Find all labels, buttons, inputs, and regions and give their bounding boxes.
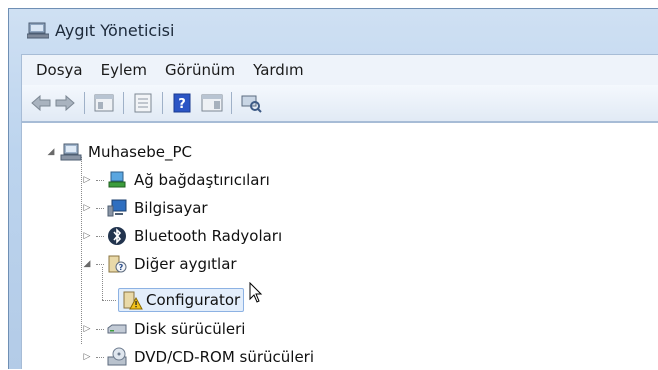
tree-item-network-adapters[interactable]: ▷ Ağ bağdaştırıcıları	[82, 167, 270, 193]
warning-device-icon	[121, 290, 143, 310]
tree-connector	[96, 263, 104, 265]
tree-item-label: Configurator	[146, 291, 241, 309]
svg-text:?: ?	[178, 97, 186, 112]
tree-item-label: Disk sürücüleri	[134, 320, 246, 338]
tree-item-other-devices[interactable]: ◢ ? Diğer aygıtlar	[82, 251, 237, 277]
tree-item-label: Ağ bağdaştırıcıları	[134, 171, 270, 189]
mouse-cursor	[249, 282, 263, 303]
tree-item-bluetooth[interactable]: ▷ Bluetooth Radyoları	[82, 223, 282, 249]
computer-icon	[106, 198, 128, 218]
collapse-icon[interactable]: ◢	[46, 147, 56, 157]
tree-connector	[96, 179, 104, 181]
expand-icon[interactable]: ▷	[82, 175, 92, 185]
unknown-device-icon: ?	[106, 254, 128, 274]
expand-icon[interactable]: ▷	[82, 352, 92, 362]
tree-item-label: Diğer aygıtlar	[134, 255, 237, 273]
svg-text:?: ?	[119, 263, 124, 272]
network-adapter-icon	[106, 170, 128, 190]
toolbar-separator	[162, 92, 163, 114]
tree-item-label: DVD/CD-ROM sürücüleri	[134, 348, 315, 366]
action-pane-icon[interactable]	[201, 92, 223, 114]
title-bar[interactable]: Aygıt Yöneticisi	[9, 9, 658, 51]
help-icon[interactable]: ?	[171, 92, 193, 114]
selected-item-highlight[interactable]: Configurator	[118, 288, 245, 312]
scan-hardware-icon[interactable]	[240, 92, 262, 114]
tree-item-root[interactable]: ◢ Muhasebe_PC	[46, 139, 192, 165]
tree-item-dvd-drives[interactable]: ▷ DVD/CD-ROM sürücüleri	[82, 344, 314, 370]
menu-bar: Dosya Eylem Görünüm Yardım	[21, 54, 658, 86]
bluetooth-icon	[106, 226, 128, 246]
disk-drive-icon	[106, 319, 128, 339]
window-title: Aygıt Yöneticisi	[55, 20, 175, 40]
menu-view[interactable]: Görünüm	[165, 61, 235, 79]
tree-item-label: Bilgisayar	[134, 199, 208, 217]
expand-icon[interactable]: ▷	[82, 231, 92, 241]
tree-connector	[96, 356, 104, 358]
toolbar-separator	[231, 92, 232, 114]
tree-connector	[102, 300, 116, 301]
toolbar-separator	[84, 92, 85, 114]
menu-help[interactable]: Yardım	[253, 61, 304, 79]
device-manager-window: Aygıt Yöneticisi Dosya Eylem Görünüm Yar…	[8, 8, 658, 369]
properties-icon[interactable]	[132, 92, 154, 114]
menu-file[interactable]: Dosya	[36, 61, 83, 79]
tree-connector	[96, 235, 104, 237]
device-manager-icon	[27, 22, 49, 39]
tree-item-configurator[interactable]: Configurator	[118, 287, 245, 313]
expand-icon[interactable]: ▷	[82, 324, 92, 334]
expand-icon[interactable]: ▷	[82, 203, 92, 213]
back-icon[interactable]	[30, 92, 52, 114]
toolbar-separator	[123, 92, 124, 114]
tree-connector	[96, 328, 104, 330]
device-tree: ◢ Muhasebe_PC ▷ Ağ bağdaştırıcıları ▷ Bi…	[21, 122, 658, 369]
tree-item-computer[interactable]: ▷ Bilgisayar	[82, 195, 208, 221]
computer-network-icon	[60, 142, 82, 162]
collapse-icon[interactable]: ◢	[82, 259, 92, 269]
tree-item-label: Bluetooth Radyoları	[134, 227, 283, 245]
tree-item-label: Muhasebe_PC	[88, 143, 192, 161]
show-hide-console-tree-icon[interactable]	[93, 92, 115, 114]
tree-item-disk-drives[interactable]: ▷ Disk sürücüleri	[82, 316, 246, 342]
forward-icon[interactable]	[54, 92, 76, 114]
dvd-drive-icon	[106, 347, 128, 367]
tree-connector	[96, 207, 104, 209]
toolbar: ?	[21, 85, 658, 122]
menu-action[interactable]: Eylem	[101, 61, 147, 79]
